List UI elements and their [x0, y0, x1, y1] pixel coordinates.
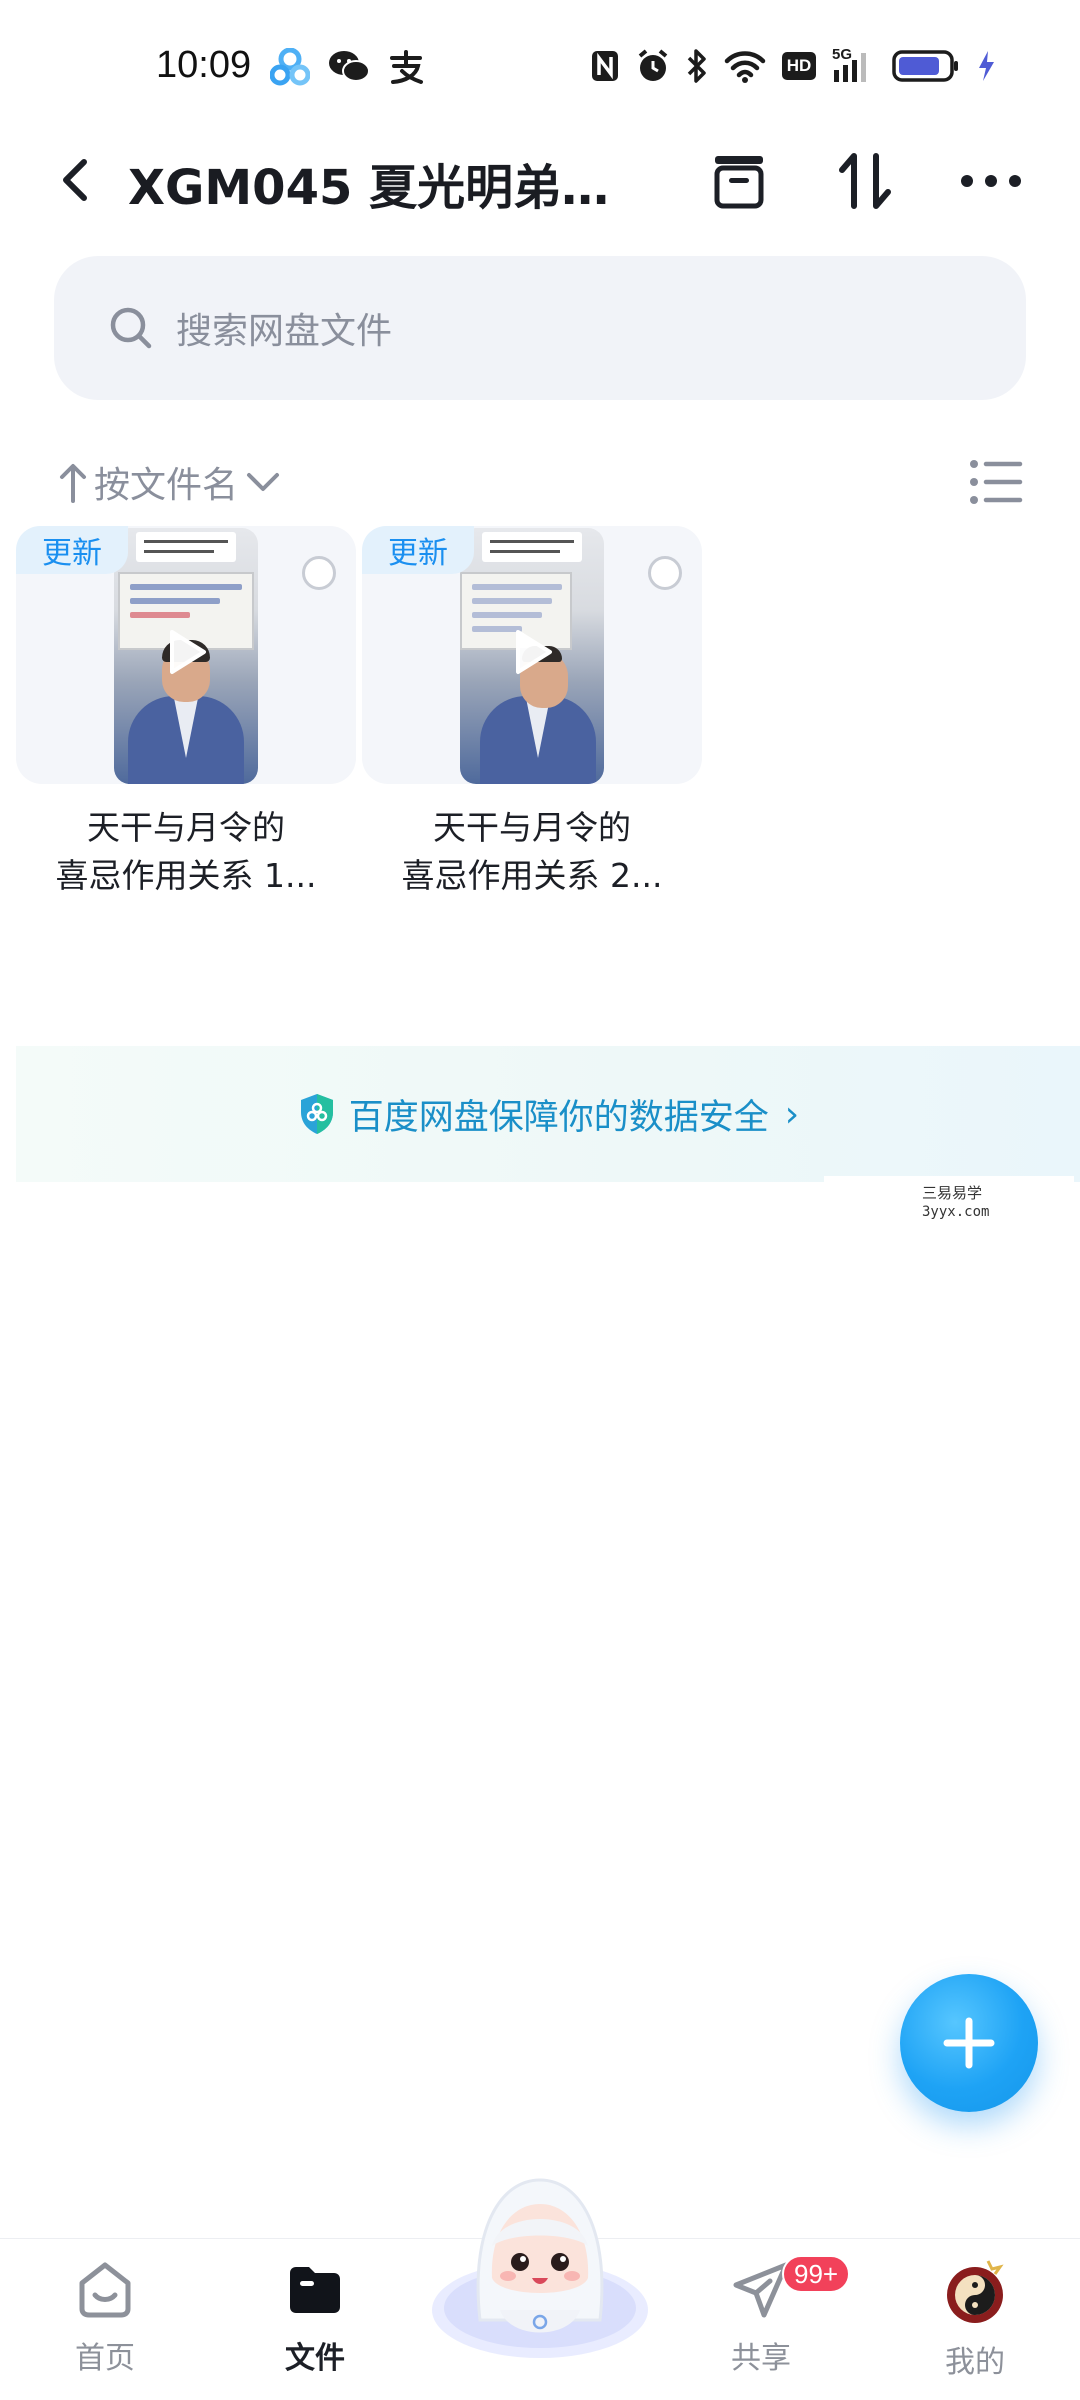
nav-files-label: 文件: [285, 2341, 345, 2376]
watermark-line1: 三易易学: [922, 1184, 983, 1202]
select-checkbox[interactable]: [302, 556, 336, 590]
hd-icon: HD: [782, 52, 816, 80]
charging-icon: [976, 49, 996, 83]
file-name: 天干与月令的 喜忌作用关系 1...: [16, 804, 356, 900]
wechat-icon: [328, 49, 370, 85]
shield-icon: [300, 1094, 333, 1134]
nfc-icon: [590, 49, 620, 83]
alipay-icon: [388, 49, 424, 85]
security-banner[interactable]: 百度网盘保障你的数据安全 ›: [16, 1046, 1080, 1182]
status-time: 10:09: [156, 44, 252, 86]
watermark: 三易易学 3yyx.com: [824, 1176, 1074, 1226]
signal-5g-icon: 5G: [832, 46, 876, 84]
thumbnail-qr-strip: [136, 532, 236, 562]
battery-icon: [892, 49, 960, 83]
nav-profile[interactable]: 我的: [900, 2259, 1050, 2381]
mascot-icon: [432, 2178, 648, 2358]
list-view-toggle[interactable]: [968, 456, 1024, 508]
notification-badge: 99+: [782, 2255, 851, 2293]
thumbnail-qr-strip: [482, 532, 582, 562]
search-placeholder: 搜索网盘文件: [176, 311, 393, 352]
add-button[interactable]: [900, 1974, 1038, 2112]
list-view-icon: [970, 460, 1023, 504]
chevron-down-icon: [247, 473, 280, 491]
nav-home-label: 首页: [75, 2341, 135, 2376]
status-app-icons: [270, 48, 424, 86]
file-name-line1: 天干与月令的: [433, 808, 631, 847]
mascot-assistant-button[interactable]: [430, 2170, 650, 2360]
chevron-right-icon: ›: [784, 1093, 800, 1135]
video-thumbnail: [460, 528, 604, 784]
plus-icon: [943, 2017, 995, 2069]
nav-share[interactable]: 共享 99+: [686, 2255, 851, 2377]
transfer-icon: [839, 153, 891, 209]
banner-text: 百度网盘保障你的数据安全: [348, 1097, 769, 1138]
file-name-line2: 喜忌作用关系 1...: [55, 856, 317, 895]
play-icon: [516, 630, 552, 674]
update-badge: 更新: [362, 526, 474, 574]
page-title: XGM045 夏光明弟子...: [128, 160, 648, 216]
nav-home[interactable]: 首页: [30, 2259, 180, 2377]
play-icon: [170, 630, 206, 674]
search-input[interactable]: 搜索网盘文件: [54, 256, 1026, 400]
search-icon: [110, 307, 152, 349]
archive-button[interactable]: [704, 148, 774, 214]
home-icon: [79, 2262, 131, 2318]
nav-files[interactable]: 文件: [240, 2259, 390, 2377]
nav-share-label: 共享: [731, 2341, 791, 2376]
watermark-line2: 3yyx.com: [922, 1204, 990, 1220]
select-checkbox[interactable]: [648, 556, 682, 590]
folder-icon: [290, 2267, 340, 2313]
file-name-line2: 喜忌作用关系 2...: [401, 856, 663, 895]
bluetooth-icon: [686, 48, 708, 84]
back-button[interactable]: [50, 150, 100, 210]
sort-control[interactable]: 按文件名: [58, 456, 282, 508]
video-thumbnail: [114, 528, 258, 784]
update-badge: 更新: [16, 526, 128, 574]
sort-label: 按文件名: [94, 465, 239, 506]
file-card[interactable]: 更新 天干与月令的 喜忌作用关系 1...: [16, 526, 356, 900]
wifi-icon: [724, 49, 766, 83]
transfer-button[interactable]: [830, 148, 900, 214]
back-arrow-icon: [63, 159, 87, 201]
nav-profile-label: 我的: [945, 2345, 1005, 2380]
profile-avatar-icon: [947, 2260, 1004, 2323]
sort-up-arrow-icon: [60, 464, 86, 503]
file-card[interactable]: 更新 天干与月令的 喜忌作用关系 2...: [362, 526, 702, 900]
more-icon: [961, 175, 1021, 187]
cloud-app-icon: [270, 48, 310, 86]
file-name: 天干与月令的 喜忌作用关系 2...: [362, 804, 702, 900]
alarm-icon: [636, 49, 670, 83]
status-system-icons: HD 5G: [590, 46, 996, 84]
file-name-line1: 天干与月令的: [87, 808, 285, 847]
more-button[interactable]: [956, 148, 1026, 214]
archive-icon: [714, 156, 764, 209]
